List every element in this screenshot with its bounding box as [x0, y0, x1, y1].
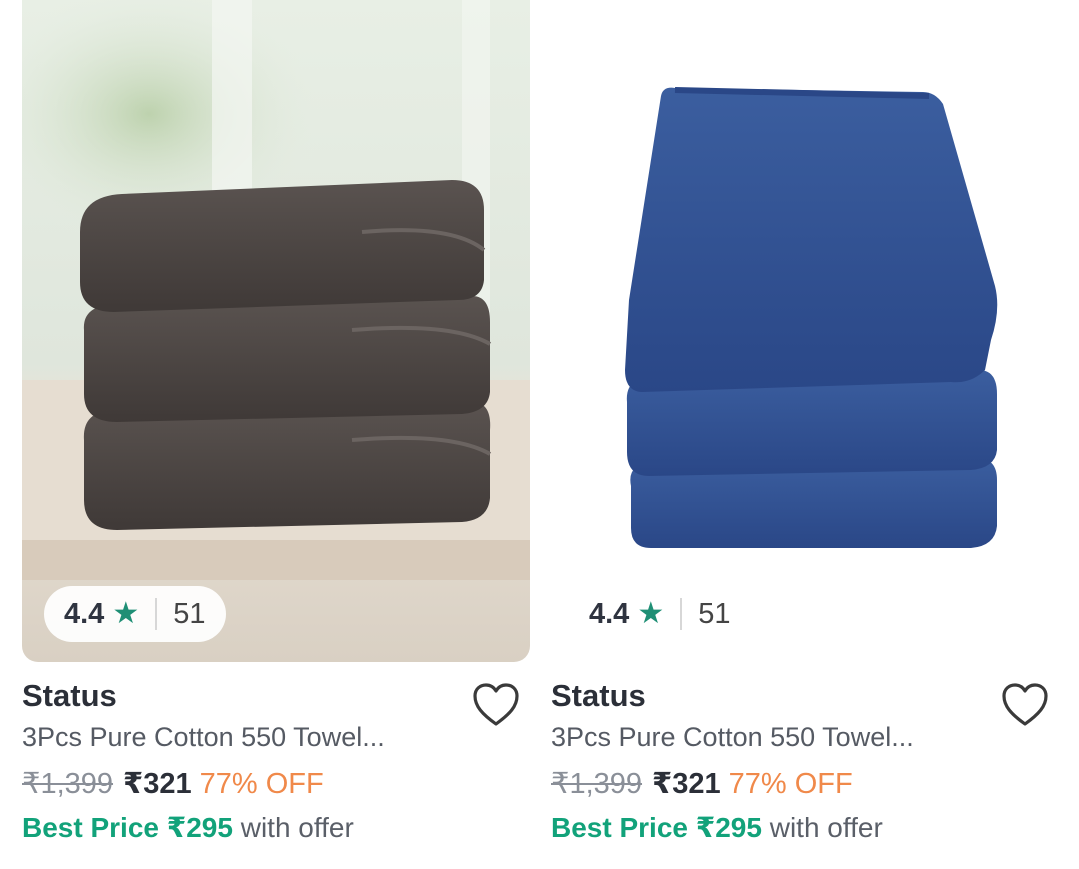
best-price: Best Price ₹295 — [22, 812, 233, 843]
best-price-suffix: with offer — [769, 812, 883, 843]
rating-score: 4.4 — [64, 597, 105, 630]
product-brand: Status — [22, 678, 117, 713]
original-price: ₹1,399 — [551, 768, 643, 800]
star-icon: ★ — [112, 597, 140, 630]
discount-label: 77% OFF — [728, 768, 853, 800]
discount-label: 77% OFF — [199, 768, 324, 800]
rating-badge: 4.4 ★ 51 — [44, 586, 226, 642]
heart-outline-icon — [473, 683, 519, 726]
wishlist-button[interactable] — [472, 682, 520, 728]
product-info[interactable]: Status 3Pcs Pure Cotton 550 Towel... ₹1,… — [551, 674, 1059, 848]
rating-divider — [680, 598, 683, 630]
best-price-row: Best Price ₹295 with offer — [22, 808, 530, 848]
review-count: 51 — [173, 597, 206, 630]
review-count: 51 — [698, 597, 731, 630]
best-price-suffix: with offer — [240, 812, 354, 843]
selling-price: ₹321 — [123, 768, 192, 800]
product-info[interactable]: Status 3Pcs Pure Cotton 550 Towel... ₹1,… — [22, 674, 530, 848]
price-row: ₹1,399 ₹321 77% OFF — [22, 764, 530, 804]
product-card[interactable]: 4.4 ★ 51 Status 3Pcs Pure Cotton 550 Tow… — [551, 0, 1059, 869]
product-image[interactable] — [551, 0, 1059, 662]
rating-score: 4.4 — [589, 597, 630, 630]
star-icon: ★ — [637, 597, 665, 630]
product-card[interactable]: 4.4 ★ 51 Status 3Pcs Pure Cotton 550 Tow… — [22, 0, 530, 869]
rating-badge: 4.4 ★ 51 — [569, 586, 751, 642]
selling-price: ₹321 — [652, 768, 721, 800]
best-price-row: Best Price ₹295 with offer — [551, 808, 1059, 848]
wishlist-button[interactable] — [1001, 682, 1049, 728]
product-title: 3Pcs Pure Cotton 550 Towel... — [22, 722, 385, 752]
best-price: Best Price ₹295 — [551, 812, 762, 843]
rating-divider — [155, 598, 158, 630]
towel-stack-blue-image — [551, 0, 1059, 662]
towel-stack-dark-image — [22, 0, 530, 662]
heart-outline-icon — [1002, 683, 1048, 726]
product-title: 3Pcs Pure Cotton 550 Towel... — [551, 722, 914, 752]
original-price: ₹1,399 — [22, 768, 114, 800]
price-row: ₹1,399 ₹321 77% OFF — [551, 764, 1059, 804]
product-brand: Status — [551, 678, 646, 713]
product-grid: 4.4 ★ 51 Status 3Pcs Pure Cotton 550 Tow… — [0, 0, 1079, 869]
product-image[interactable] — [22, 0, 530, 662]
